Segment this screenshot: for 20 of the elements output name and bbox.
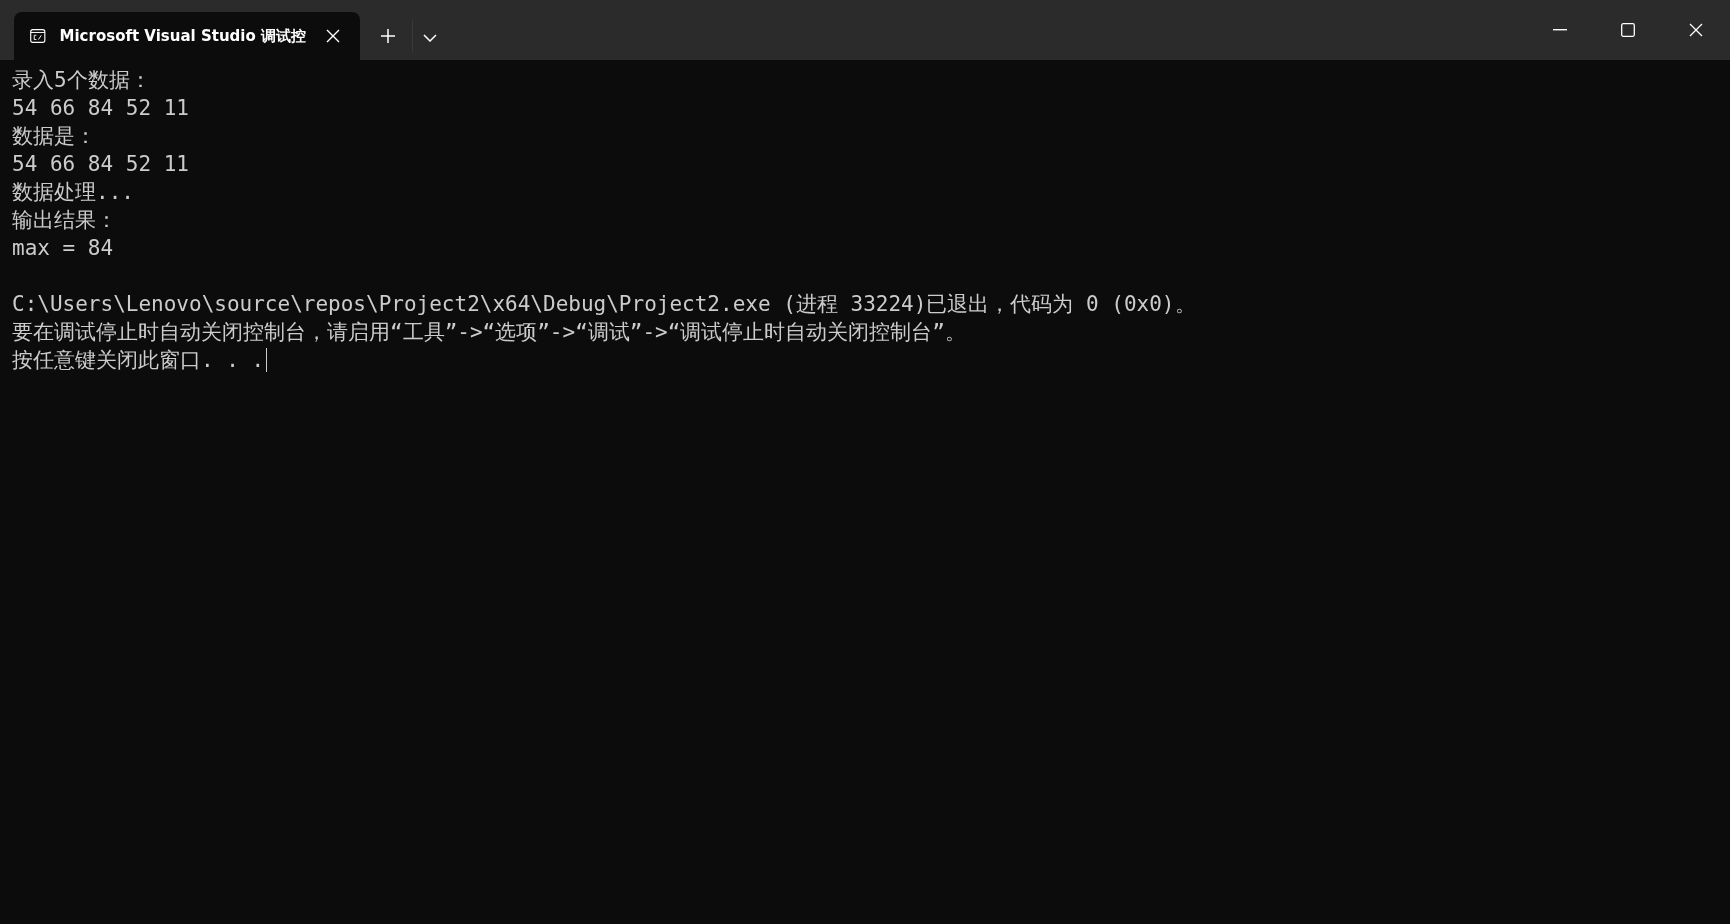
console-output-line: 录入5个数据：	[12, 67, 151, 94]
plus-icon	[380, 28, 396, 44]
console-output-line: 数据是：	[12, 123, 96, 150]
minimize-icon	[1553, 29, 1567, 31]
console-output-line: 输出结果：	[12, 207, 117, 234]
console-output-line: 要在调试停止时自动关闭控制台，请启用“工具”->“选项”->“调试”->“调试停止时自动关闭控制台”。	[12, 319, 966, 346]
text-cursor	[266, 348, 268, 372]
maximize-icon	[1621, 23, 1635, 37]
console-output-line: max = 84	[12, 235, 114, 262]
console-output-line: 54 66 84 52 11	[12, 151, 189, 178]
chevron-down-icon	[423, 34, 437, 42]
console-output-line: 数据处理...	[12, 179, 134, 206]
console-output-line: C:\Users\Lenovo\source\repos\Project2\x64\Debug\Project2.exe (进程 33224)已退出，代码为 0 (0x0)。	[12, 291, 1196, 318]
tab-title: Microsoft Visual Studio 调试控	[59, 26, 306, 46]
tab[interactable]: Microsoft Visual Studio 调试控	[14, 12, 360, 60]
console-output-line: 按任意键关闭此窗口. . .	[12, 347, 265, 374]
terminal-icon	[30, 26, 46, 46]
console-output-line: 54 66 84 52 11	[12, 95, 189, 122]
close-icon	[326, 29, 340, 43]
close-icon	[1689, 23, 1703, 37]
